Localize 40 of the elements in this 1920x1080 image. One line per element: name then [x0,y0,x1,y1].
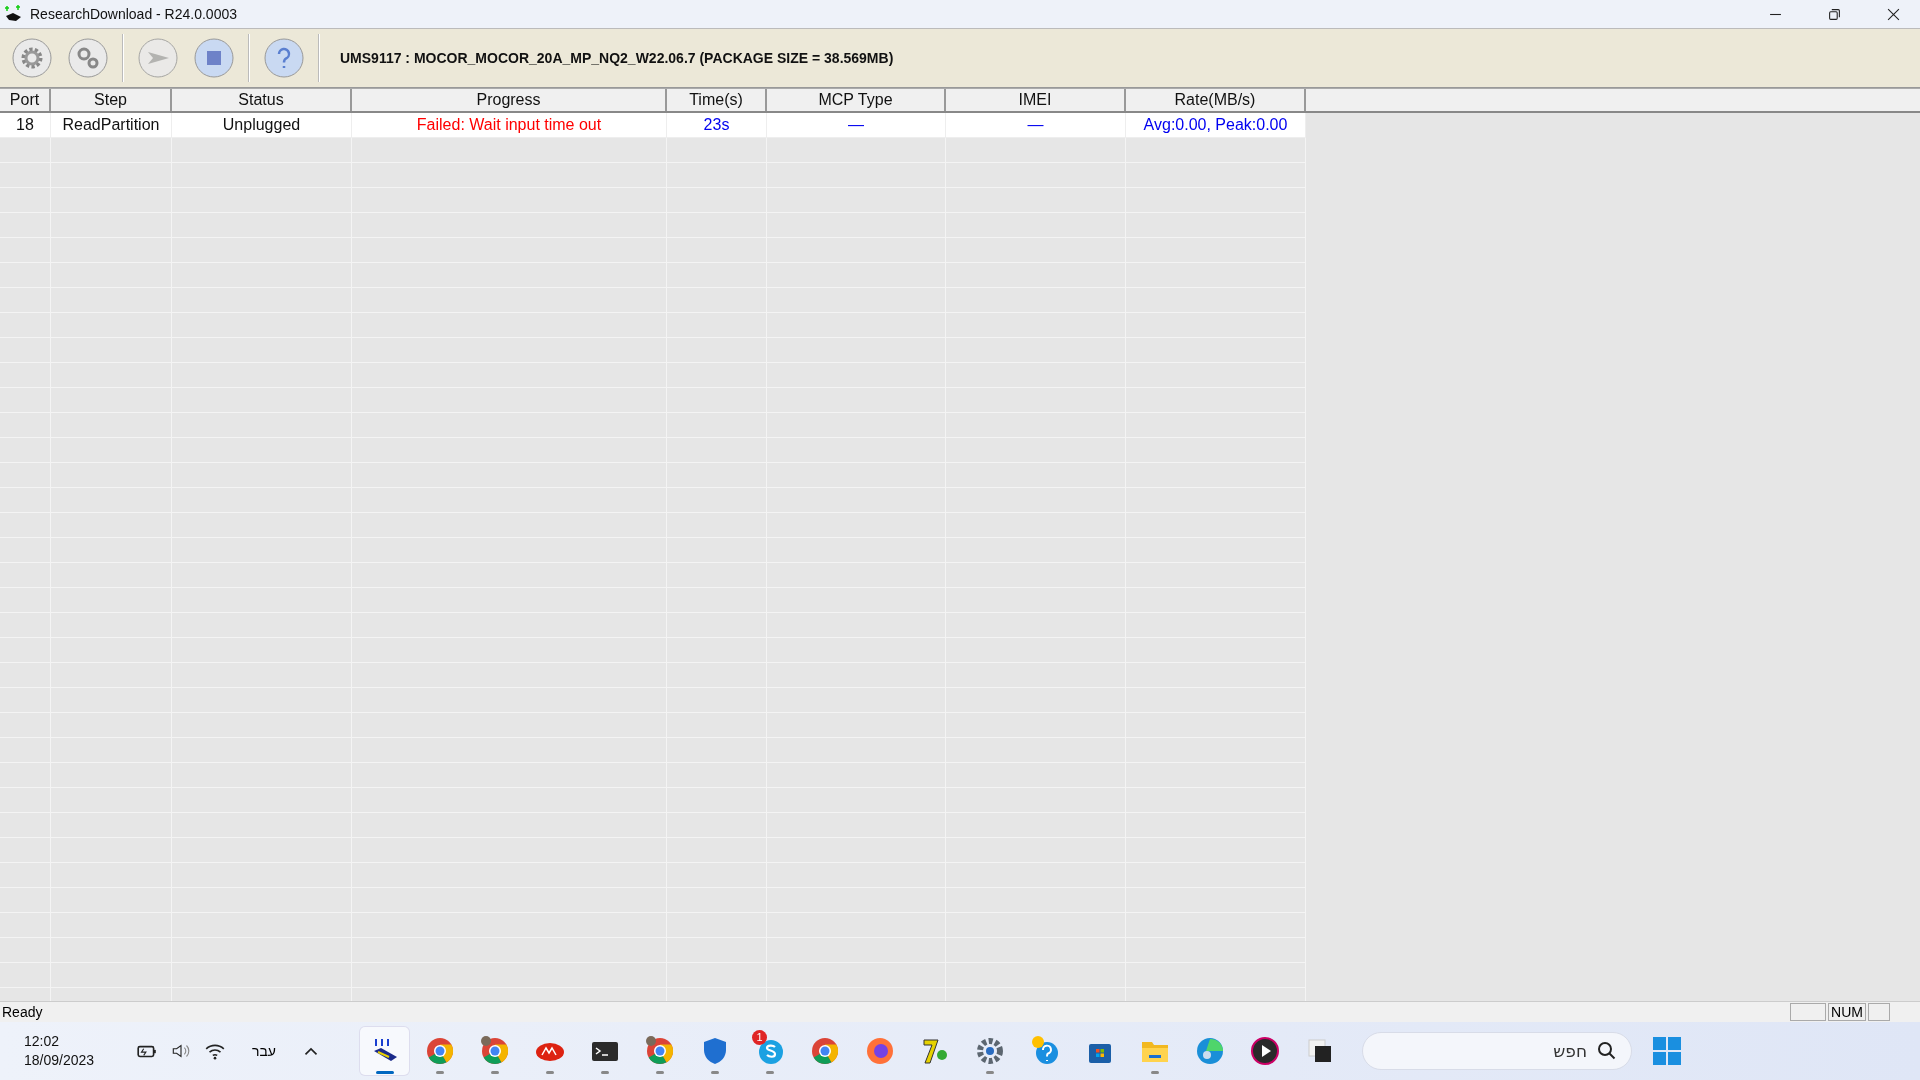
table-cell: 18 [0,113,51,138]
chrome-profile-icon [478,1035,511,1067]
window-title: ResearchDownload - R24.0.0003 [30,6,238,22]
chrome-profile-icon [643,1035,676,1067]
table-cell: 23s [667,113,767,138]
column-header[interactable]: IMEI [946,89,1126,111]
column-header[interactable]: Time(s) [667,89,767,111]
search-icon [1597,1041,1617,1061]
status-pane [1790,1003,1827,1021]
table-cell: — [946,113,1126,138]
status-pane: NUM [1828,1003,1866,1021]
column-header[interactable]: Port [0,89,51,111]
play-icon [1248,1035,1281,1067]
stop-button[interactable] [192,36,236,80]
table-cell: Avg:0.00, Peak:0.00 [1126,113,1306,138]
table-cell: Unplugged [172,113,352,138]
column-header[interactable]: Progress [352,89,667,111]
search-field[interactable]: חפש [1377,1040,1589,1062]
table-cell: Failed: Wait input time out [352,113,667,138]
notification-badge: 1 [752,1030,767,1045]
taskbar-button[interactable] [360,1027,409,1075]
close-icon[interactable] [1887,7,1900,21]
gears-button[interactable] [66,36,110,80]
table-cell: ReadPartition [51,113,172,138]
table-cell: — [767,113,946,138]
windows-start-icon[interactable] [1652,1036,1682,1066]
search-field[interactable]: חפש [1362,1032,1632,1070]
column-header[interactable]: Step [51,89,172,111]
settings-button[interactable] [10,36,54,80]
column-header[interactable]: Status [172,89,352,111]
help-button[interactable] [262,36,306,80]
taskbar-button[interactable]: 1 [745,1027,794,1075]
status-message: Ready [1,1004,44,1020]
restore-icon[interactable] [1828,7,1841,21]
column-header[interactable]: Rate(MB/s) [1126,89,1306,111]
status-pane [1868,1003,1890,1021]
clock[interactable]: 12:02 18/09/2023 [24,1032,124,1070]
column-header[interactable]: MCP Type [767,89,946,111]
language-indicator[interactable]: עבר [252,1043,276,1059]
package-info: UMS9117 : MOCOR_MOCOR_20A_MP_NQ2_W22.06.7 (PACKAGE SIZE = 38.569MB) [340,50,894,66]
